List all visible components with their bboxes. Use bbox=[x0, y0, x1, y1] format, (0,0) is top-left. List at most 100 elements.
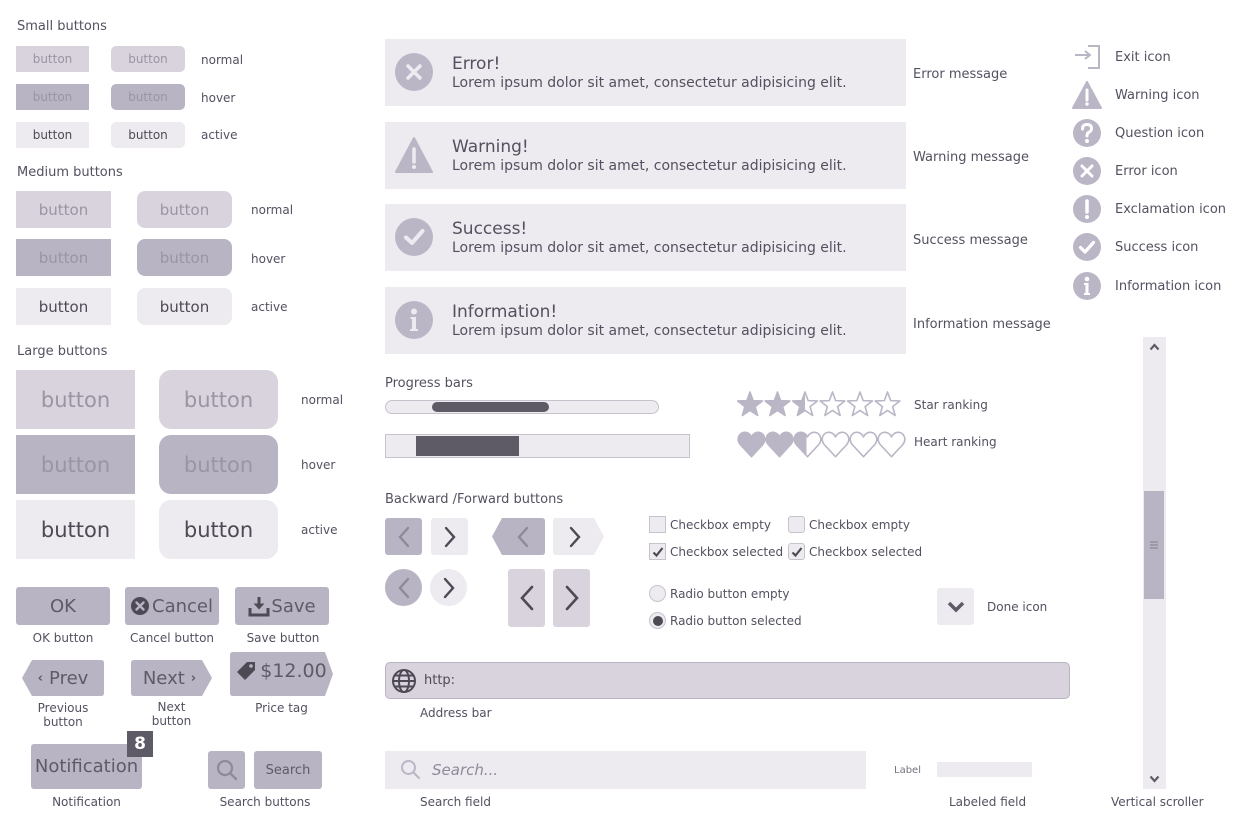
chevron-right-icon bbox=[444, 526, 456, 547]
state-label-normal: normal bbox=[251, 203, 294, 217]
radio[interactable] bbox=[649, 612, 666, 629]
small-square-button-hover[interactable]: button bbox=[16, 84, 89, 110]
small-square-button-normal[interactable]: button bbox=[16, 46, 89, 72]
forward-button-tall[interactable] bbox=[553, 569, 590, 627]
ok-button[interactable]: OK bbox=[16, 587, 110, 625]
checkbox-selected-square[interactable]: Checkbox selected bbox=[649, 543, 783, 560]
message-title: Error! bbox=[452, 54, 501, 74]
radio-dot bbox=[652, 615, 663, 626]
progress-bars-heading: Progress bars bbox=[385, 376, 473, 391]
heart-filled[interactable] bbox=[737, 431, 766, 458]
large-square-button-normal[interactable]: button bbox=[16, 370, 135, 429]
price-tag[interactable]: $12.00 bbox=[230, 652, 333, 696]
state-label-hover: hover bbox=[201, 91, 236, 105]
medium-square-button-active[interactable]: button bbox=[16, 288, 111, 325]
done-button[interactable] bbox=[937, 588, 974, 625]
checkbox-selected-rounded[interactable]: Checkbox selected bbox=[788, 543, 922, 560]
message-title: Success! bbox=[452, 219, 528, 239]
checkbox-label: Checkbox empty bbox=[809, 517, 910, 532]
back-button-arrow[interactable] bbox=[492, 518, 545, 555]
previous-button-caption: Previous button bbox=[22, 701, 104, 729]
radio-button-empty[interactable]: Radio button empty bbox=[649, 585, 789, 602]
address-bar[interactable]: http: bbox=[385, 662, 1070, 699]
chevron-up-icon[interactable] bbox=[1149, 343, 1160, 351]
save-button[interactable]: Save bbox=[235, 587, 329, 625]
state-label-normal: normal bbox=[201, 53, 244, 67]
checkbox[interactable] bbox=[788, 543, 805, 560]
forward-button-round[interactable] bbox=[430, 569, 467, 606]
information-message: Information! Lorem ipsum dolor sit amet,… bbox=[385, 287, 906, 354]
save-button-label: Save bbox=[271, 595, 316, 617]
heart-empty[interactable] bbox=[877, 431, 906, 458]
medium-square-button-hover[interactable]: button bbox=[16, 239, 111, 276]
icon-label: Question icon bbox=[1115, 125, 1205, 141]
address-bar-value: http: bbox=[424, 673, 456, 688]
large-rounded-button-hover[interactable]: button bbox=[159, 435, 278, 494]
back-button-tall[interactable] bbox=[508, 569, 545, 627]
back-button-square[interactable] bbox=[385, 518, 422, 555]
medium-rounded-button-hover[interactable]: button bbox=[137, 239, 232, 276]
cancel-button[interactable]: Cancel bbox=[125, 587, 219, 625]
vertical-scroller[interactable] bbox=[1143, 337, 1166, 789]
message-body: Lorem ipsum dolor sit amet, consectetur … bbox=[452, 240, 847, 256]
search-icon bbox=[401, 760, 421, 780]
success-message: Success! Lorem ipsum dolor sit amet, con… bbox=[385, 204, 906, 271]
search-field[interactable]: Search... bbox=[385, 751, 866, 789]
star-empty[interactable] bbox=[819, 391, 846, 417]
checkbox[interactable] bbox=[788, 516, 805, 533]
success-icon bbox=[1073, 233, 1101, 261]
medium-rounded-button-normal[interactable]: button bbox=[137, 191, 232, 228]
star-filled[interactable] bbox=[764, 391, 791, 417]
small-square-button-active[interactable]: button bbox=[16, 122, 89, 148]
large-square-button-active[interactable]: button bbox=[16, 500, 135, 559]
star-ranking[interactable] bbox=[737, 391, 907, 419]
heart-empty[interactable] bbox=[821, 431, 850, 458]
checkbox-empty-square[interactable]: Checkbox empty bbox=[649, 516, 771, 533]
previous-button-label: Prev bbox=[49, 667, 89, 689]
star-empty[interactable] bbox=[874, 391, 901, 417]
search-icon-button[interactable] bbox=[208, 751, 245, 789]
heart-filled[interactable] bbox=[765, 431, 794, 458]
scroller-thumb[interactable] bbox=[1144, 490, 1164, 600]
small-rounded-button-active[interactable]: button bbox=[111, 122, 185, 148]
star-filled[interactable] bbox=[737, 391, 764, 417]
search-icon bbox=[216, 759, 237, 781]
medium-square-button-normal[interactable]: button bbox=[16, 191, 111, 228]
forward-button-arrow[interactable] bbox=[553, 518, 604, 555]
chevron-right-icon bbox=[565, 585, 579, 611]
heart-ranking-label: Heart ranking bbox=[914, 435, 997, 449]
checkbox[interactable] bbox=[649, 516, 666, 533]
radio-button-selected[interactable]: Radio button selected bbox=[649, 612, 802, 629]
small-rounded-button-hover[interactable]: button bbox=[111, 84, 185, 110]
star-empty[interactable] bbox=[846, 391, 874, 417]
heart-ranking[interactable] bbox=[737, 429, 909, 459]
icon-label: Error icon bbox=[1115, 163, 1178, 179]
large-rounded-button-active[interactable]: button bbox=[159, 500, 278, 559]
forward-button-square[interactable] bbox=[431, 518, 468, 555]
previous-button[interactable]: ‹ Prev bbox=[22, 660, 104, 696]
medium-rounded-button-active[interactable]: button bbox=[137, 288, 232, 325]
next-button[interactable]: Next › bbox=[131, 660, 212, 696]
heart-empty[interactable] bbox=[849, 431, 878, 458]
notification-button[interactable]: Notification bbox=[31, 744, 142, 789]
checkbox-empty-rounded[interactable]: Checkbox empty bbox=[788, 516, 910, 533]
chevron-down-icon[interactable] bbox=[1149, 775, 1160, 783]
warning-icon bbox=[395, 137, 433, 173]
search-field-caption: Search field bbox=[420, 795, 491, 809]
close-circle-icon bbox=[131, 597, 149, 615]
small-rounded-button-normal[interactable]: button bbox=[111, 46, 185, 72]
large-rounded-button-normal[interactable]: button bbox=[159, 370, 278, 429]
labeled-field-input[interactable] bbox=[937, 762, 1032, 777]
download-icon bbox=[248, 597, 270, 617]
radio[interactable] bbox=[649, 585, 666, 602]
exclamation-icon-row: Exclamation icon bbox=[1072, 194, 1226, 224]
search-text-button[interactable]: Search bbox=[254, 751, 322, 789]
state-label-active: active bbox=[301, 523, 338, 537]
back-button-round[interactable] bbox=[385, 569, 422, 606]
progress-bar-square bbox=[385, 434, 690, 458]
large-square-button-hover[interactable]: button bbox=[16, 435, 135, 494]
globe-icon bbox=[392, 668, 416, 693]
error-icon bbox=[1073, 157, 1101, 185]
icon-label: Exit icon bbox=[1115, 49, 1171, 65]
checkbox[interactable] bbox=[649, 543, 666, 560]
